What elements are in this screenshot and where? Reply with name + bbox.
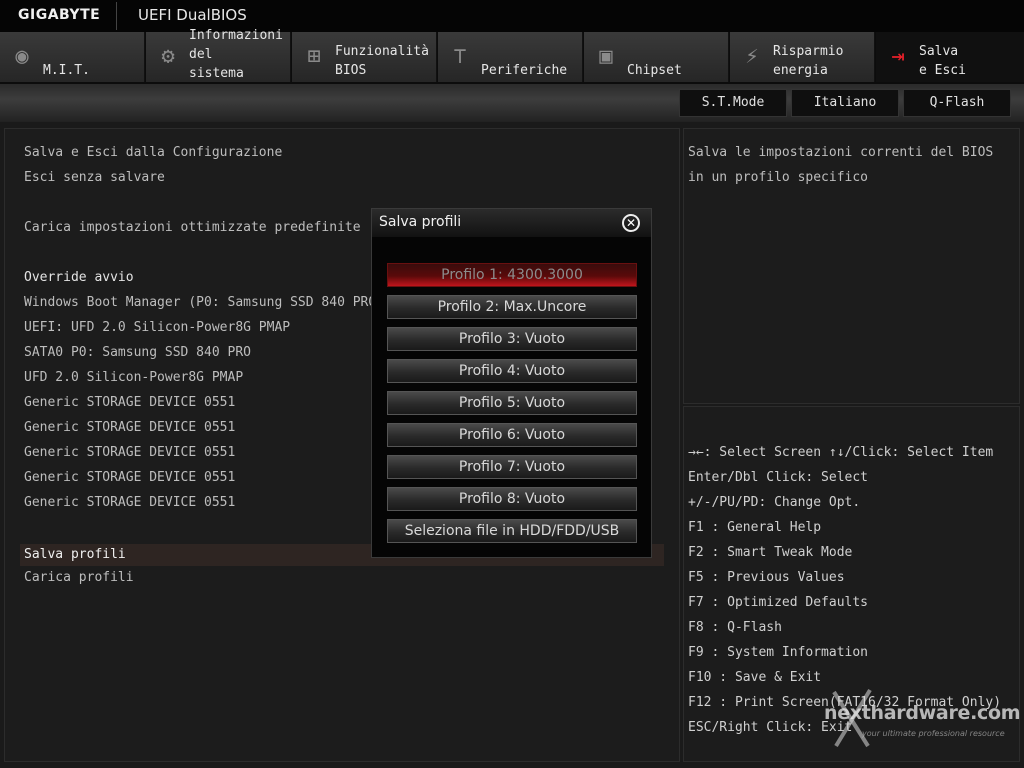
key-legend-line: F9 : System Information bbox=[688, 645, 869, 660]
key-legend-line: →←: Select Screen ↑↓/Click: Select Item bbox=[688, 445, 994, 460]
profile-button-1[interactable]: Profilo 1: 4300.3000 bbox=[387, 263, 637, 287]
select-file-button[interactable]: Seleziona file in HDD/FDD/USB bbox=[387, 519, 637, 543]
profile-button-8[interactable]: Profilo 8: Vuoto bbox=[387, 487, 637, 511]
tab-save-exit[interactable]: ⇥ Salva e Esci bbox=[876, 32, 1024, 82]
gigabyte-logo: GIGABYTE bbox=[18, 7, 101, 23]
profile-button-7[interactable]: Profilo 7: Vuoto bbox=[387, 455, 637, 479]
profile-button-5[interactable]: Profilo 5: Vuoto bbox=[387, 391, 637, 415]
main-tabs: ◉ M.I.T. ⚙ Informazioni del sistema ⊞ Fu… bbox=[0, 28, 1024, 84]
tab-peripherals[interactable]: ⊤ Periferiche bbox=[438, 32, 583, 82]
plug-icon: ⊤ bbox=[453, 44, 467, 69]
load-profiles-item[interactable]: Carica profili bbox=[24, 570, 134, 585]
boot-item[interactable]: Generic STORAGE DEVICE 0551 bbox=[24, 470, 235, 485]
tab-label: M.I.T. bbox=[43, 63, 90, 78]
top-bar: GIGABYTE UEFI DualBIOS bbox=[0, 0, 1024, 32]
key-legend-line: F1 : General Help bbox=[688, 520, 822, 535]
key-legend-line: F10 : Save & Exit bbox=[688, 670, 822, 685]
profile-button-2[interactable]: Profilo 2: Max.Uncore bbox=[387, 295, 637, 319]
dialog-title: Salva profili bbox=[379, 214, 462, 230]
boot-item[interactable]: UEFI: UFD 2.0 Silicon-Power8G PMAP bbox=[24, 320, 290, 335]
st-mode-button[interactable]: S.T.Mode bbox=[679, 89, 787, 117]
gear-icon: ⚙ bbox=[161, 44, 175, 69]
language-button[interactable]: Italiano bbox=[791, 89, 899, 117]
tab-chipset[interactable]: ▣ Chipset bbox=[584, 32, 729, 82]
profile-button-4[interactable]: Profilo 4: Vuoto bbox=[387, 359, 637, 383]
tab-system-info[interactable]: ⚙ Informazioni del sistema bbox=[146, 28, 291, 82]
key-legend-line: +/-/PU/PD: Change Opt. bbox=[688, 495, 861, 510]
save-profiles-dialog: Salva profili ✕ Profilo 1: 4300.3000 Pro… bbox=[371, 208, 652, 558]
qflash-button[interactable]: Q-Flash bbox=[903, 89, 1011, 117]
tab-label: Funzionalità BIOS bbox=[335, 44, 429, 78]
key-legend-line: F5 : Previous Values bbox=[688, 570, 845, 585]
key-legend-line: F2 : Smart Tweak Mode bbox=[688, 545, 853, 560]
key-legend-line: Enter/Dbl Click: Select bbox=[688, 470, 869, 485]
tab-label: Risparmio energia bbox=[773, 44, 844, 78]
boot-item[interactable]: SATA0 P0: Samsung SSD 840 PRO bbox=[24, 345, 251, 360]
exit-without-saving-item[interactable]: Esci senza salvare bbox=[24, 170, 165, 185]
boot-item[interactable]: Generic STORAGE DEVICE 0551 bbox=[24, 395, 235, 410]
chip-plus-icon: ⊞ bbox=[307, 44, 321, 69]
tab-mit[interactable]: ◉ M.I.T. bbox=[0, 32, 145, 82]
tab-label: Informazioni del sistema bbox=[189, 28, 283, 81]
help-text-line: in un profilo specifico bbox=[688, 170, 869, 185]
load-defaults-item[interactable]: Carica impostazioni ottimizzate predefin… bbox=[24, 220, 361, 235]
boot-item[interactable]: Generic STORAGE DEVICE 0551 bbox=[24, 495, 235, 510]
boot-item[interactable]: Generic STORAGE DEVICE 0551 bbox=[24, 420, 235, 435]
dialog-title-bar: Salva profili ✕ bbox=[372, 209, 651, 237]
boot-item[interactable]: UFD 2.0 Silicon-Power8G PMAP bbox=[24, 370, 243, 385]
lightning-icon: ⚡ bbox=[745, 44, 759, 69]
tab-bios-features[interactable]: ⊞ Funzionalità BIOS bbox=[292, 32, 437, 82]
boot-override-heading: Override avvio bbox=[24, 270, 134, 285]
key-legend-line: F7 : Optimized Defaults bbox=[688, 595, 869, 610]
disc-icon: ◉ bbox=[15, 44, 29, 69]
watermark-logo: nexthardware.com bbox=[824, 702, 1021, 724]
boot-item[interactable]: Generic STORAGE DEVICE 0551 bbox=[24, 445, 235, 460]
profile-button-6[interactable]: Profilo 6: Vuoto bbox=[387, 423, 637, 447]
tab-label: Chipset bbox=[627, 63, 682, 78]
save-exit-item[interactable]: Salva e Esci dalla Configurazione bbox=[24, 145, 282, 160]
tab-power[interactable]: ⚡ Risparmio energia bbox=[730, 32, 875, 82]
product-title: UEFI DualBIOS bbox=[138, 6, 247, 24]
watermark-tagline: your ultimate professional resource bbox=[862, 729, 1005, 738]
tab-label: Periferiche bbox=[481, 63, 568, 78]
chipset-icon: ▣ bbox=[599, 44, 613, 69]
help-text-line: Salva le impostazioni correnti del BIOS bbox=[688, 145, 994, 160]
watermark: nexthardware.com your ultimate professio… bbox=[796, 688, 1021, 748]
close-icon[interactable]: ✕ bbox=[622, 214, 640, 232]
profile-button-3[interactable]: Profilo 3: Vuoto bbox=[387, 327, 637, 351]
toolbar: S.T.Mode Italiano Q-Flash bbox=[0, 84, 1024, 122]
tab-label: Salva e Esci bbox=[919, 44, 966, 78]
boot-item[interactable]: Windows Boot Manager (P0: Samsung SSD 84… bbox=[24, 295, 384, 310]
exit-icon: ⇥ bbox=[891, 44, 905, 69]
key-legend-line: F8 : Q-Flash bbox=[688, 620, 782, 635]
title-divider bbox=[116, 2, 117, 30]
